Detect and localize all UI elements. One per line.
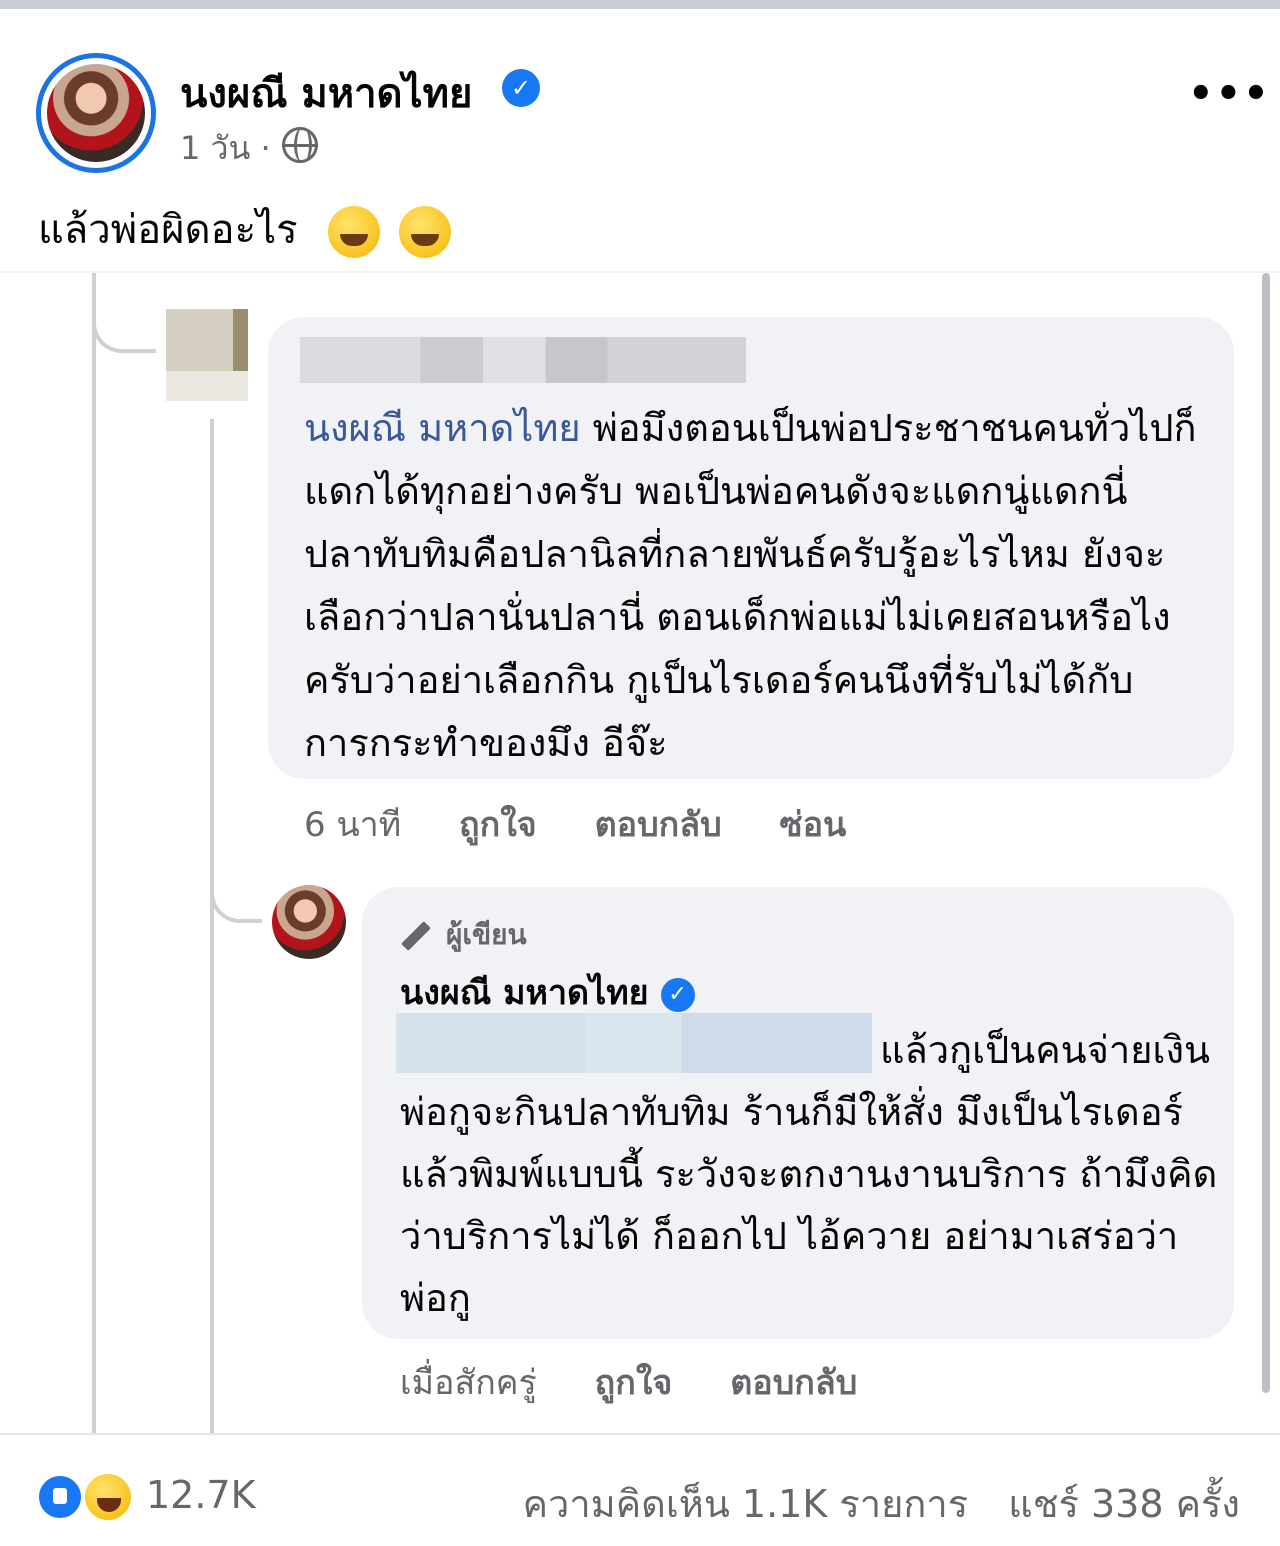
post-header: นงผณี มหาดไทย ✓ 1 วัน · ••• แล้วพ่อผิดอะ… [0,9,1280,271]
haha-icon[interactable] [82,1471,134,1523]
thread-line [92,273,96,1435]
reply-button[interactable]: ตอบกลับ [595,805,722,845]
like-button[interactable]: ถูกใจ [459,805,537,845]
verified-icon: ✓ [660,977,695,1012]
comment-count[interactable]: ความคิดเห็น 1.1K รายการ [523,1482,969,1526]
reply-reply-button[interactable]: ตอบกลับ [730,1363,857,1403]
comment-actions: 6 นาที ถูกใจ ตอบกลับ ซ่อน [304,797,892,851]
meta-separator: · [260,129,271,167]
more-options-icon[interactable]: ••• [1188,71,1271,117]
pen-icon [401,921,431,951]
thread-connector [92,273,156,353]
comment-text: นงผณี มหาดไทย พ่อมึงตอนเป็นพ่อประชาชนคนท… [304,397,1204,775]
avatar-image [47,64,145,162]
reply-bubble: ผู้เขียน นงผณี มหาดไทย ✓ แล้วกูเป็นคนจ่าย… [362,887,1234,1339]
author-tag: ผู้เขียน [400,913,527,957]
comments-section: นงผณี มหาดไทย พ่อมึงตอนเป็นพ่อประชาชนคนท… [0,271,1280,1437]
author-name[interactable]: นงผณี มหาดไทย [180,61,472,125]
globe-icon [282,127,318,163]
rofl-emoji [399,206,452,258]
reply-author-name[interactable]: นงผณี มหาดไทย ✓ [400,965,695,1019]
caption-text: แล้วพ่อผิดอะไร [38,207,298,253]
commenter-name-blurred[interactable] [300,337,746,383]
hide-button[interactable]: ซ่อน [780,805,847,845]
post-caption: แล้วพ่อผิดอะไร [38,197,452,261]
post-time-text[interactable]: 1 วัน [180,129,250,167]
author-avatar[interactable] [36,53,156,173]
laughing-emoji [328,206,381,258]
reply-actions: เมื่อสักครู่ ถูกใจ ตอบกลับ [400,1355,903,1409]
comment-body-text: พ่อมึงตอนเป็นพ่อประชาชนคนทั่วไปก็แดกได้ท… [304,406,1197,765]
reply-connector [210,833,262,923]
post-footer: 12.7K ความคิดเห็น 1.1K รายการ แชร์ 338 ค… [0,1433,1280,1546]
post-time[interactable]: 1 วัน · [180,123,271,174]
mention-link[interactable]: นงผณี มหาดไทย [304,406,581,450]
reply-time[interactable]: เมื่อสักครู่ [400,1363,537,1403]
comment-bubble: นงผณี มหาดไทย พ่อมึงตอนเป็นพ่อประชาชนคนท… [268,317,1234,779]
reply-text: แล้วกูเป็นคนจ่ายเงิน พ่อกูจะกินปลาทับทิม… [400,1028,1218,1320]
share-count[interactable]: แชร์ 338 ครั้ง [1008,1482,1240,1526]
reply-thread-line [210,419,214,1435]
comment-time[interactable]: 6 นาที [304,805,401,845]
like-icon[interactable] [36,1473,84,1521]
reply-author-text[interactable]: นงผณี มหาดไทย [400,973,649,1013]
commenter-avatar-blurred[interactable] [166,309,248,401]
author-tag-label: ผู้เขียน [446,918,527,951]
reaction-count[interactable]: 12.7K [146,1473,256,1517]
reply-author-avatar[interactable] [272,885,346,959]
post-stats: ความคิดเห็น 1.1K รายการ แชร์ 338 ครั้ง [495,1473,1240,1534]
scrollbar[interactable] [1262,273,1270,1393]
top-divider [0,0,1280,9]
reply-like-button[interactable]: ถูกใจ [595,1363,673,1403]
verified-icon: ✓ [502,69,540,107]
